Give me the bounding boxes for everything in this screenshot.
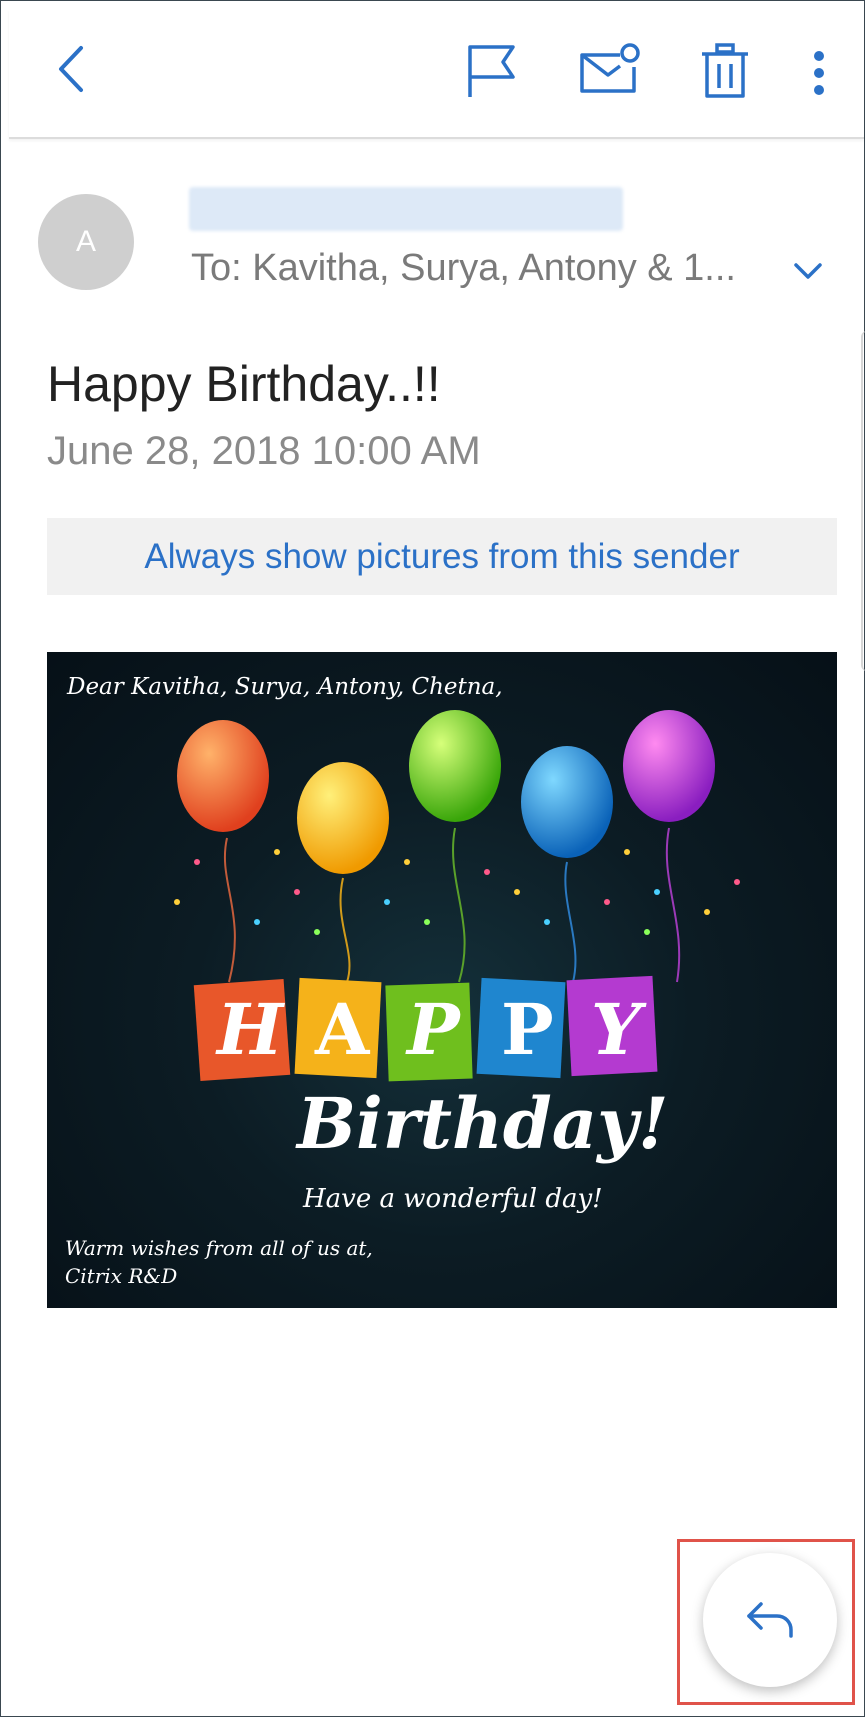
card-letter-a: A <box>315 988 370 1071</box>
card-letter-p2: P <box>501 988 554 1071</box>
flag-button[interactable] <box>461 41 521 101</box>
card-sign-line1: Warm wishes from all of us at, <box>65 1236 373 1260</box>
back-button[interactable] <box>45 39 95 99</box>
always-show-pictures-label: Always show pictures from this sender <box>144 536 740 576</box>
card-letter-y: Y <box>591 988 641 1071</box>
card-wish: Have a wonderful day! <box>303 1184 603 1214</box>
recipients-line[interactable]: To: Kavitha, Surya, Antony & 1... <box>191 247 736 290</box>
delete-button[interactable] <box>695 39 755 103</box>
email-datetime: June 28, 2018 10:00 AM <box>47 429 481 473</box>
chevron-left-icon <box>59 46 83 92</box>
chevron-down-icon <box>794 263 822 279</box>
flag-icon <box>468 45 515 97</box>
birthday-card-image: Dear Kavitha, Surya, Antony, Chetna, H A… <box>47 652 837 1308</box>
sender-name-redacted <box>189 187 623 231</box>
mail-dot-icon <box>580 43 640 93</box>
email-subject: Happy Birthday..!! <box>47 356 441 412</box>
avatar-initial: A <box>75 225 96 258</box>
scroll-edge <box>861 331 865 671</box>
always-show-pictures-button[interactable]: Always show pictures from this sender <box>47 518 837 595</box>
reply-icon <box>747 1602 793 1638</box>
mark-unread-button[interactable] <box>575 39 645 99</box>
trash-icon <box>702 43 748 98</box>
email-screen: A To: Kavitha, Surya, Antony & 1... Happ… <box>0 0 865 1717</box>
sender-avatar[interactable]: A <box>38 194 134 290</box>
card-sign-line2: Citrix R&D <box>65 1264 178 1288</box>
reply-button[interactable] <box>703 1553 837 1687</box>
card-letter-p1: P <box>407 988 460 1071</box>
card-headline: Birthday! <box>297 1082 669 1165</box>
expand-recipients-button[interactable] <box>787 253 829 289</box>
toolbar <box>9 9 864 139</box>
more-options-button[interactable] <box>804 43 834 103</box>
more-vert-icon <box>814 51 824 95</box>
card-letter-h: H <box>217 988 284 1071</box>
